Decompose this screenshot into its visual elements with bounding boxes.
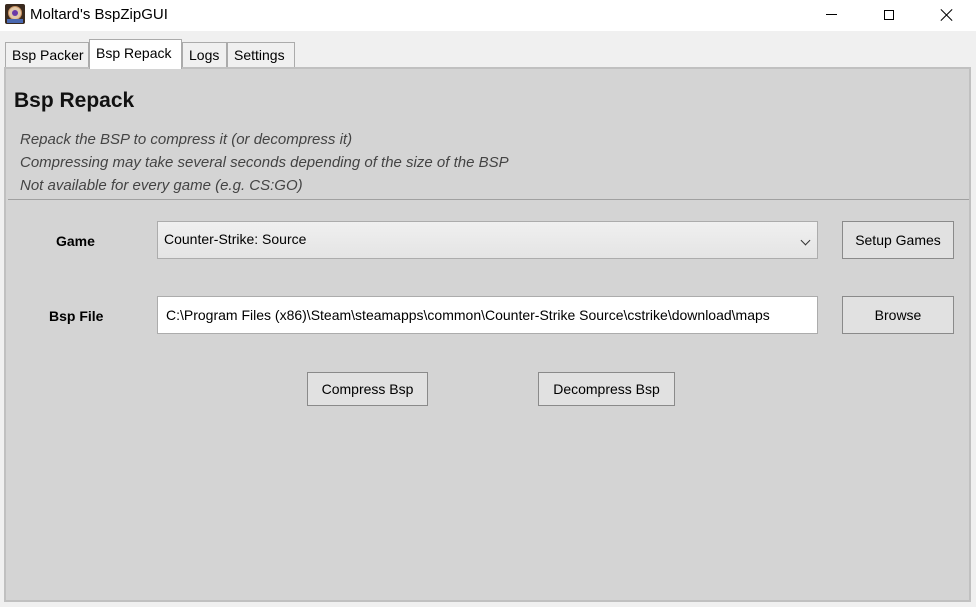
- game-label: Game: [56, 233, 95, 249]
- tab-bsp-packer[interactable]: Bsp Packer: [5, 42, 89, 67]
- bsp-repack-panel: Bsp Repack Repack the BSP to compress it…: [4, 67, 971, 602]
- close-icon: [940, 8, 954, 22]
- app-window: Moltard's BspZipGUI Bsp Packer Bsp Repac…: [0, 0, 976, 607]
- minimize-icon: [825, 14, 837, 15]
- bsp-file-path: C:\Program Files (x86)\Steam\steamapps\c…: [166, 307, 770, 323]
- description-line: Compressing may take several seconds dep…: [20, 154, 509, 171]
- maximize-icon: [884, 9, 894, 20]
- minimize-button[interactable]: [802, 0, 860, 29]
- tab-settings[interactable]: Settings: [227, 42, 295, 67]
- window-title: Moltard's BspZipGUI: [30, 6, 168, 23]
- tab-logs[interactable]: Logs: [182, 42, 227, 67]
- page-title: Bsp Repack: [14, 89, 135, 112]
- game-selected-value: Counter-Strike: Source: [164, 231, 307, 247]
- bsp-file-input[interactable]: C:\Program Files (x86)\Steam\steamapps\c…: [157, 296, 818, 334]
- title-bar[interactable]: Moltard's BspZipGUI: [0, 0, 976, 31]
- compress-bsp-button[interactable]: Compress Bsp: [307, 372, 428, 406]
- decompress-bsp-button[interactable]: Decompress Bsp: [538, 372, 675, 406]
- separator: [8, 199, 969, 200]
- maximize-button[interactable]: [860, 0, 918, 29]
- browse-button[interactable]: Browse: [842, 296, 954, 334]
- description-line: Repack the BSP to compress it (or decomp…: [20, 131, 353, 148]
- bsp-file-label: Bsp File: [49, 308, 104, 324]
- setup-games-button[interactable]: Setup Games: [842, 221, 954, 259]
- description-line: Not available for every game (e.g. CS:GO…: [20, 177, 303, 194]
- app-icon: [5, 4, 25, 24]
- chevron-down-icon: [800, 235, 811, 246]
- game-select[interactable]: Counter-Strike: Source: [157, 221, 818, 259]
- tab-bsp-repack[interactable]: Bsp Repack: [89, 39, 182, 69]
- close-button[interactable]: [918, 0, 976, 29]
